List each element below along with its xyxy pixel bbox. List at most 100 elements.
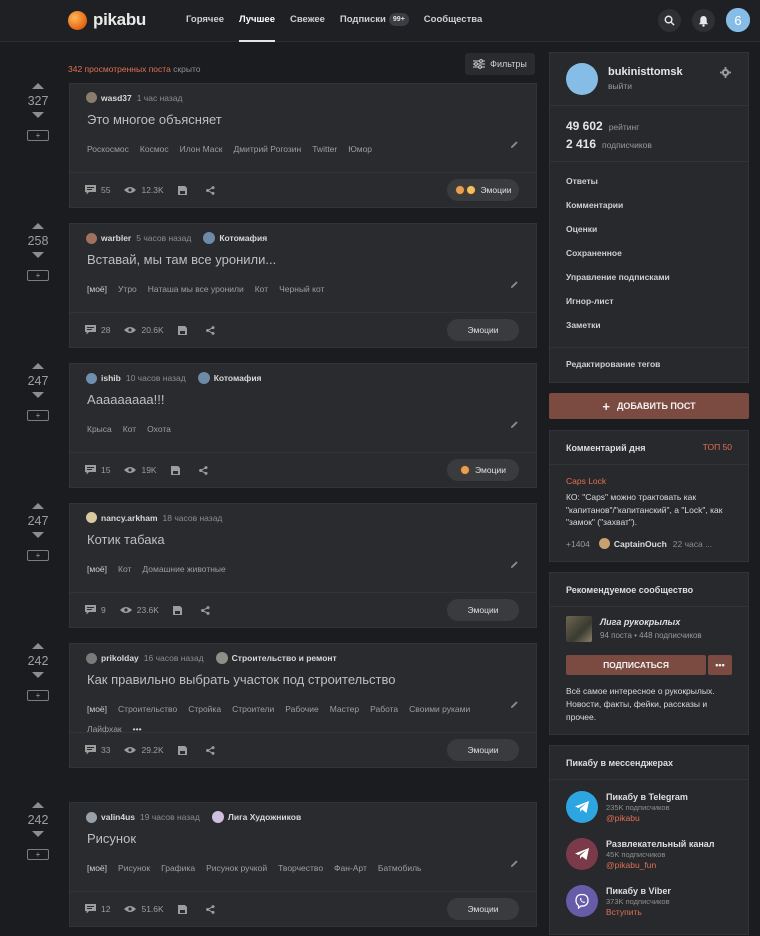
post-author[interactable]: ishib — [101, 373, 121, 383]
save-button[interactable] — [177, 325, 192, 335]
tag[interactable]: Крыса — [87, 419, 112, 439]
downvote-icon[interactable] — [32, 252, 44, 258]
author-avatar[interactable] — [86, 372, 97, 384]
profile-avatar[interactable] — [566, 63, 598, 95]
logout-link[interactable]: выйти — [608, 81, 632, 91]
hidden-posts-count[interactable]: 342 просмотренных поста — [68, 64, 171, 74]
add-post-button[interactable]: + ДОБАВИТЬ ПОСТ — [549, 393, 749, 419]
save-post-button[interactable]: + — [27, 130, 49, 141]
edit-tags-icon[interactable] — [510, 140, 519, 149]
tag[interactable]: Мастер — [330, 699, 359, 719]
emotions-button[interactable]: Эмоции — [447, 459, 519, 481]
telegram-link[interactable]: @pikabu — [606, 813, 688, 824]
filters-button[interactable]: Фильтры — [465, 53, 535, 75]
downvote-icon[interactable] — [32, 392, 44, 398]
tag[interactable]: Фан-Арт — [334, 858, 367, 878]
save-button[interactable] — [170, 465, 185, 475]
post-author[interactable]: warbler — [101, 233, 131, 243]
emotions-button[interactable]: Эмоции — [447, 898, 519, 920]
save-button[interactable] — [172, 605, 187, 615]
save-post-button[interactable]: + — [27, 550, 49, 561]
tag[interactable]: Кот — [118, 559, 131, 579]
tag[interactable]: Юмор — [348, 139, 372, 159]
comments-button[interactable]: 15 — [85, 465, 110, 475]
tag[interactable]: Охота — [147, 419, 171, 439]
menu-ratings[interactable]: Оценки — [550, 217, 748, 241]
upvote-icon[interactable] — [32, 503, 44, 509]
tag[interactable]: Батмобиль — [378, 858, 422, 878]
comments-button[interactable]: 28 — [85, 325, 110, 335]
tag[interactable]: Строительство — [118, 699, 177, 719]
share-button[interactable] — [201, 605, 215, 615]
tag[interactable]: [моё] — [87, 699, 107, 719]
user-avatar-button[interactable]: 6 — [726, 8, 750, 32]
nav-communities[interactable]: Сообщества — [424, 0, 482, 42]
upvote-icon[interactable] — [32, 363, 44, 369]
tag[interactable]: Стройка — [188, 699, 221, 719]
nav-best[interactable]: Лучшее — [239, 0, 275, 42]
tag[interactable]: Домашние животные — [142, 559, 225, 579]
upvote-icon[interactable] — [32, 83, 44, 89]
comments-button[interactable]: 12 — [85, 904, 110, 914]
edit-tags-icon[interactable] — [510, 280, 519, 289]
viber-link[interactable]: Вступить — [606, 907, 671, 918]
post-community[interactable]: Строительство и ремонт — [215, 652, 337, 664]
menu-saved[interactable]: Сохраненное — [550, 241, 748, 265]
save-post-button[interactable]: + — [27, 270, 49, 281]
tag[interactable]: Работа — [370, 699, 398, 719]
tag[interactable]: Наташа мы все уронили — [148, 279, 244, 299]
menu-ignore-list[interactable]: Игнор-лист — [550, 289, 748, 313]
nav-subscriptions[interactable]: Подписки 99+ — [340, 0, 409, 42]
tag[interactable]: Роскосмос — [87, 139, 129, 159]
post-author[interactable]: prikolday — [101, 653, 139, 663]
upvote-icon[interactable] — [32, 643, 44, 649]
author-avatar[interactable] — [86, 811, 97, 823]
post-author[interactable]: wasd37 — [101, 93, 132, 103]
search-button[interactable] — [658, 9, 681, 32]
post-title[interactable]: Вставай, мы там все уронили... — [87, 252, 276, 267]
tag[interactable]: [моё] — [87, 559, 107, 579]
tag[interactable]: Своими руками — [409, 699, 470, 719]
upvote-icon[interactable] — [32, 223, 44, 229]
save-button[interactable] — [177, 904, 192, 914]
tag[interactable]: Черный кот — [279, 279, 324, 299]
settings-gear-icon[interactable] — [720, 67, 731, 78]
menu-edit-tags[interactable]: Редактирование тегов — [550, 352, 748, 376]
tag[interactable]: Кот — [255, 279, 268, 299]
emotions-button[interactable]: Эмоции — [447, 739, 519, 761]
emotions-button[interactable]: Эмоции — [447, 179, 519, 201]
post-community[interactable]: Котомафия — [197, 372, 262, 384]
tag[interactable]: Строители — [232, 699, 274, 719]
tag[interactable]: Утро — [118, 279, 137, 299]
community-name[interactable]: Лига рукокрылых — [600, 617, 680, 627]
downvote-icon[interactable] — [32, 112, 44, 118]
save-post-button[interactable]: + — [27, 410, 49, 421]
post-title[interactable]: Рисунок — [87, 831, 136, 846]
fun-channel-link[interactable]: @pikabu_fun — [606, 860, 715, 871]
tag[interactable]: Космос — [140, 139, 169, 159]
save-post-button[interactable]: + — [27, 849, 49, 860]
tag[interactable]: Рисунок ручкой — [206, 858, 267, 878]
post-community[interactable]: Котомафия — [203, 232, 267, 244]
tag[interactable]: Twitter — [312, 139, 337, 159]
share-button[interactable] — [205, 745, 220, 755]
upvote-icon[interactable] — [32, 802, 44, 808]
subscribe-button[interactable]: ПОДПИСАТЬСЯ — [566, 655, 706, 675]
save-button[interactable] — [177, 745, 192, 755]
tag[interactable]: Графика — [161, 858, 195, 878]
tag[interactable]: [моё] — [87, 279, 107, 299]
menu-replies[interactable]: Ответы — [550, 169, 748, 193]
tag[interactable]: Рабочие — [285, 699, 318, 719]
post-author[interactable]: valin4us — [101, 812, 135, 822]
tag[interactable]: Творчество — [278, 858, 323, 878]
author-avatar[interactable] — [86, 232, 97, 244]
post-title[interactable]: Это многое объясняет — [87, 112, 222, 127]
tag[interactable]: [моё] — [87, 858, 107, 878]
tag[interactable]: Дмитрий Рогозин — [233, 139, 301, 159]
comments-button[interactable]: 55 — [85, 185, 110, 195]
menu-manage-subscriptions[interactable]: Управление подписками — [550, 265, 748, 289]
author-avatar[interactable] — [86, 92, 97, 103]
tag[interactable]: Рисунок — [118, 858, 150, 878]
community-image[interactable] — [566, 616, 592, 642]
comments-button[interactable]: 33 — [85, 745, 110, 755]
